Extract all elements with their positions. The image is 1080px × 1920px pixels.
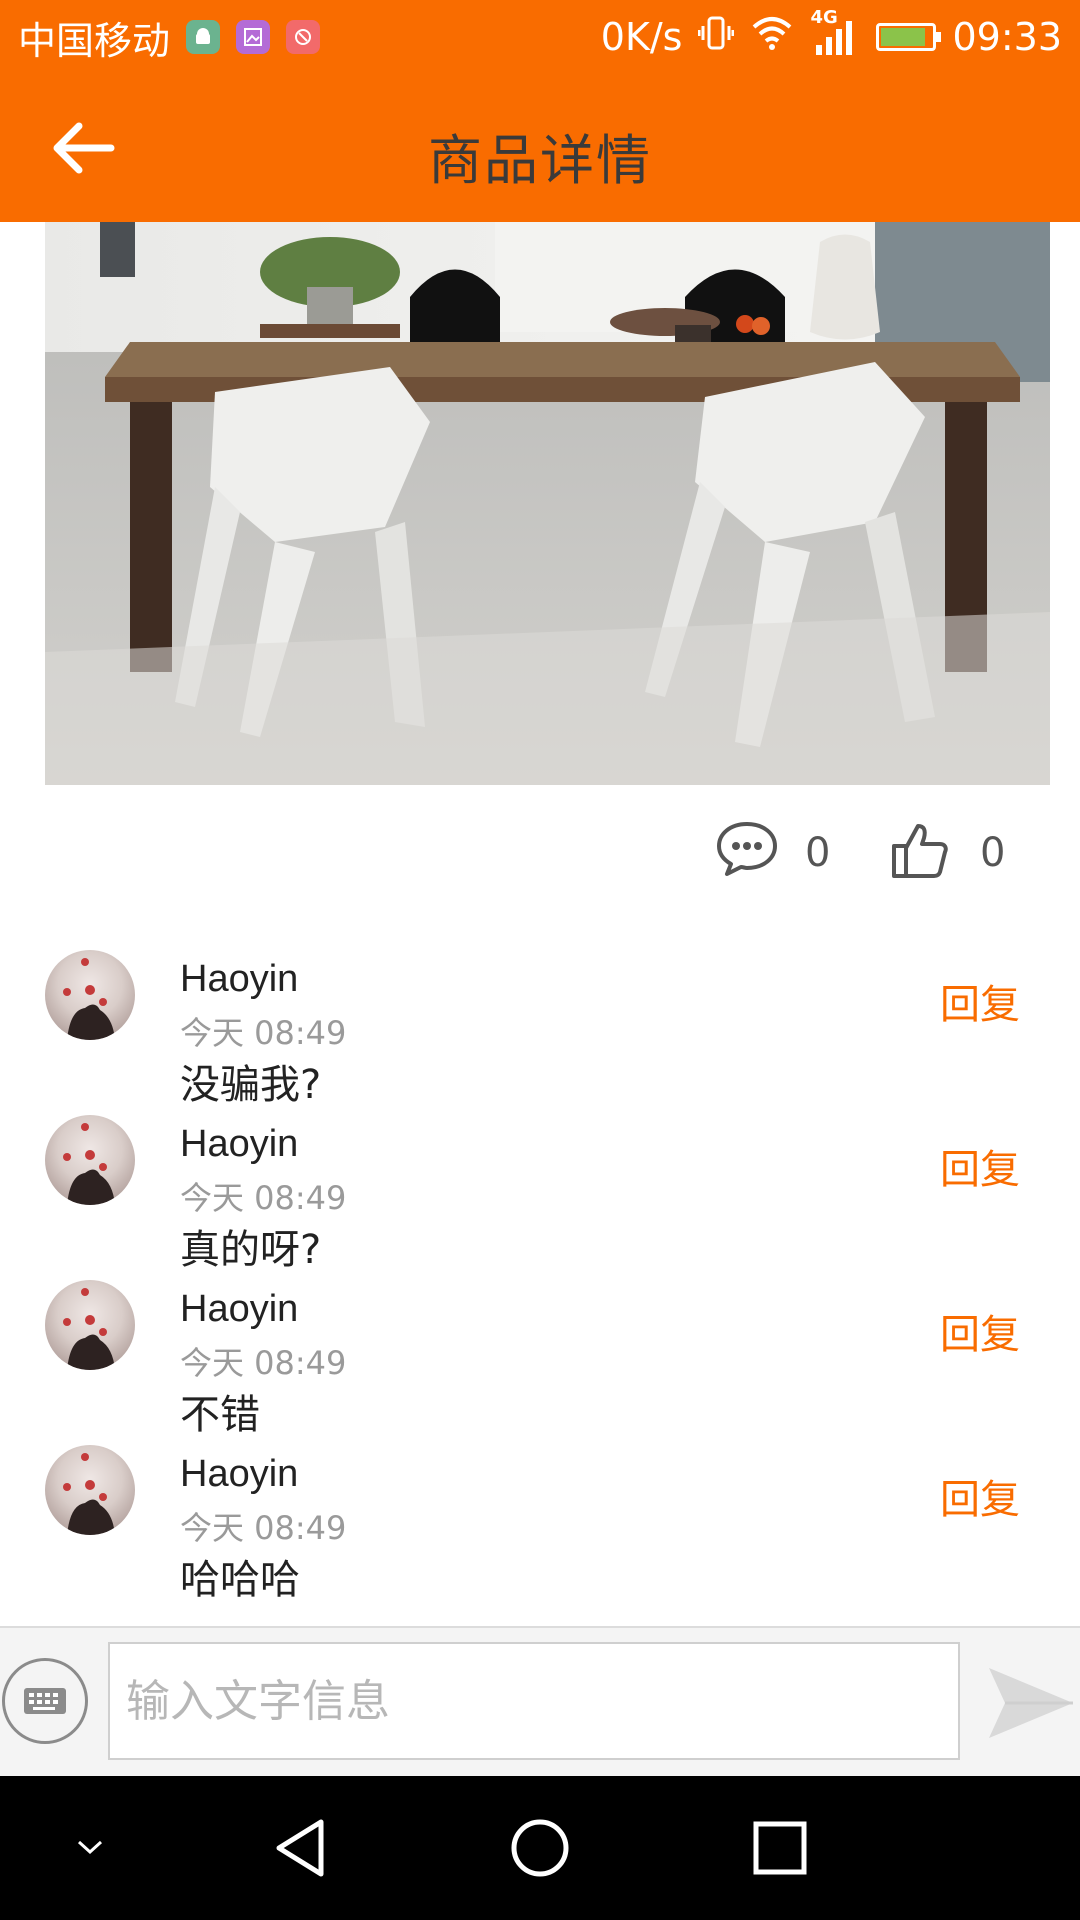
comment-bubble-icon [717, 822, 777, 876]
battery-charging-icon [876, 23, 942, 51]
like-count: 0 [980, 830, 1006, 876]
comment-text: 不错 [180, 1392, 260, 1438]
status-left: 中国移动 [18, 10, 321, 65]
send-button[interactable] [985, 1658, 1077, 1748]
android-icon [186, 20, 221, 54]
home-circle-icon [511, 1819, 569, 1877]
comment-time: 今天 08:49 [180, 1509, 347, 1547]
reply-button[interactable]: 回复 [940, 1137, 1020, 1195]
page-title: 商品详情 [428, 129, 652, 192]
chevron-down-icon [77, 1840, 103, 1855]
product-photo [45, 222, 1050, 785]
comment-button[interactable] [715, 820, 779, 882]
signal-icon: 4G [810, 7, 860, 57]
comment-count: 0 [805, 830, 831, 876]
status-right: 0K/s 4G 09:33 [600, 7, 1062, 61]
screen: 中国移动 0K/s 4G 09:33 商品详情 0 0 Haoyin 今天 08… [0, 0, 1080, 1920]
avatar[interactable] [45, 1115, 135, 1205]
avatar[interactable] [45, 950, 135, 1040]
avatar[interactable] [45, 1445, 135, 1535]
net-speed: 0K/s [600, 15, 683, 59]
comment-author: Haoyin [180, 1288, 299, 1330]
nav-recents-button[interactable] [740, 1808, 820, 1888]
app-bar: 商品详情 [0, 74, 1080, 222]
clock: 09:33 [952, 15, 1062, 59]
message-input[interactable] [108, 1642, 960, 1760]
comment-item: Haoyin 今天 08:49 哈哈哈 回复 [0, 1445, 1080, 1610]
comment-item: Haoyin 今天 08:49 没骗我? 回复 [0, 950, 1080, 1115]
comment-text: 没骗我? [180, 1062, 322, 1108]
product-image[interactable] [45, 222, 1050, 785]
comment-author: Haoyin [180, 958, 299, 1000]
thumbs-up-icon [892, 824, 948, 878]
triangle-back-icon [276, 1819, 324, 1877]
send-icon [989, 1668, 1073, 1738]
stats-row: 0 0 [0, 820, 1080, 890]
comment-time: 今天 08:49 [180, 1179, 347, 1217]
nav-back-button[interactable] [260, 1808, 340, 1888]
app-icon [286, 20, 321, 54]
comment-text: 真的呀? [180, 1227, 322, 1273]
reply-button[interactable]: 回复 [940, 1302, 1020, 1360]
reply-button[interactable]: 回复 [940, 972, 1020, 1030]
wifi-icon [750, 15, 794, 60]
like-button[interactable] [890, 820, 950, 884]
comment-time: 今天 08:49 [180, 1344, 347, 1382]
status-bar: 中国移动 0K/s 4G 09:33 [0, 0, 1080, 74]
square-recents-icon [753, 1821, 807, 1875]
comment-author: Haoyin [180, 1453, 299, 1495]
nav-hide-button[interactable] [50, 1808, 130, 1888]
comment-item: Haoyin 今天 08:49 真的呀? 回复 [0, 1115, 1080, 1280]
carrier-label: 中国移动 [18, 18, 171, 63]
nav-home-button[interactable] [500, 1808, 580, 1888]
gallery-icon [236, 20, 271, 54]
comment-author: Haoyin [180, 1123, 299, 1165]
comment-item: Haoyin 今天 08:49 不错 回复 [0, 1280, 1080, 1445]
comment-time: 今天 08:49 [180, 1014, 347, 1052]
comment-list: Haoyin 今天 08:49 没骗我? 回复 Haoyin 今天 08:49 … [0, 950, 1080, 1610]
keyboard-toggle-button[interactable] [2, 1658, 88, 1744]
comment-input-bar [0, 1626, 1080, 1776]
keyboard-icon [24, 1688, 66, 1714]
reply-button[interactable]: 回复 [940, 1467, 1020, 1525]
comment-text: 哈哈哈 [180, 1557, 300, 1603]
navigation-bar [0, 1776, 1080, 1920]
vibrate-icon [697, 14, 735, 61]
avatar[interactable] [45, 1280, 135, 1370]
